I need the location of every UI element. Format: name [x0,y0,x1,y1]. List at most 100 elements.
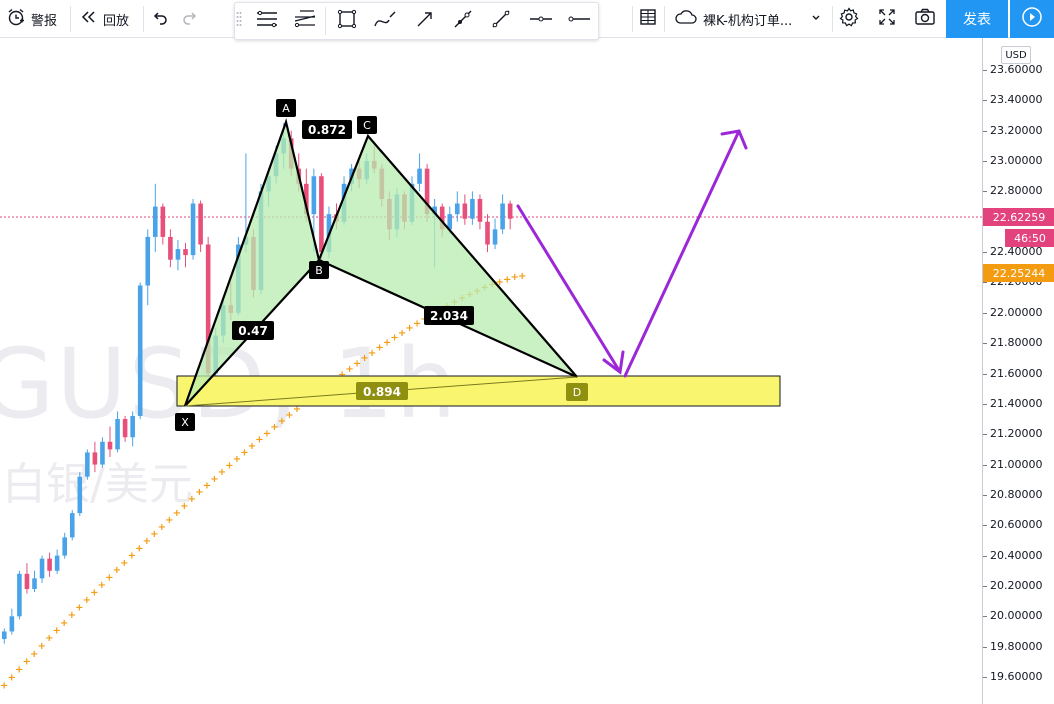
play-button[interactable] [1010,0,1054,38]
candle-body [417,168,422,184]
currency-label[interactable]: USD [1001,46,1031,64]
undo-button[interactable] [152,0,170,38]
candle-body [311,176,317,215]
price-tick: 20.20000 [990,578,1043,592]
chart-area[interactable]: GUSD, 1h 白银/美元 +++++++++++++++++++++++++… [0,38,982,704]
candle-body [92,452,98,465]
candle-body [107,441,113,450]
candle-body [17,573,22,617]
ratio-label-bd[interactable]: 2.034 [424,306,474,325]
redo-button[interactable] [180,0,198,38]
price-tick-mark [983,161,987,163]
arrow-tool-button[interactable] [407,5,443,37]
price-tick: 22.80000 [990,184,1043,198]
candle-body [32,578,37,589]
price-tick: 19.60000 [990,670,1043,683]
cloud-icon [674,9,698,29]
price-tick-mark [983,525,987,527]
ratio-label-ac[interactable]: 0.872 [302,120,352,139]
candle-body [39,558,45,579]
potential-reversal-zone[interactable] [176,375,781,407]
ratio-label-xb[interactable]: 0.47 [232,321,274,340]
alert-label: 警报 [31,13,58,29]
settings-button[interactable] [838,0,860,38]
snapshot-button[interactable] [914,0,936,38]
candle-body [85,452,90,477]
alarm-clock-icon [6,7,26,31]
projection-arrow-up[interactable] [623,129,748,378]
price-tick: 21.00000 [990,457,1043,471]
alert-button[interactable]: 警报 [6,0,57,38]
price-tick: 19.80000 [990,639,1043,653]
candle-body [62,537,67,556]
fullscreen-icon [877,7,897,31]
ma-price-label: 22.25244 [983,264,1054,282]
price-tick: 23.40000 [990,93,1043,107]
price-tick: 22.00000 [990,305,1043,319]
fib-tool-button[interactable] [287,5,323,37]
candle-body [69,513,75,538]
fullscreen-button[interactable] [877,0,897,38]
point-label-b[interactable]: B [309,261,329,279]
layout-selector[interactable]: 裸K-机构订单... [674,0,821,38]
candle-body [175,249,181,260]
candle-body [122,419,128,438]
grid-icon [638,7,658,31]
rectangle-tool-button[interactable] [329,5,365,37]
candle-body [455,203,460,215]
candle-body [492,229,498,245]
rewind-icon [80,8,98,30]
line-tool-button[interactable] [249,5,285,37]
price-tick-mark [983,312,987,314]
redo-icon [180,8,198,30]
candle-body [145,236,151,286]
price-tick-mark [983,464,987,466]
drag-handle[interactable] [233,5,245,37]
candle-body [77,476,83,514]
replay-button[interactable]: 回放 [80,0,129,38]
price-axis[interactable]: USD 23.60000 23.40000 23.20000 23.00000 22.8… [982,38,1054,704]
candle-body [100,441,105,465]
horizontal-line-icon [528,8,554,34]
point-label-a[interactable]: A [276,99,296,117]
horizontal-ray-tool-button[interactable] [561,5,597,37]
point-label-d[interactable]: D [566,383,588,401]
candle-body [500,203,505,230]
svg-text:A: A [282,102,290,115]
point-label-x[interactable]: X [175,413,195,431]
price-tick-mark [983,70,987,71]
price-chart[interactable]: ++++++++++++++++++++++++++++++++++++++++… [0,38,982,704]
ray-icon [490,8,512,34]
last-price-label: 22.62259 [983,208,1054,226]
svg-text:D: D [573,386,581,399]
price-tick: 23.20000 [990,123,1043,137]
publish-button[interactable]: 发表 [946,0,1008,38]
candle-body [137,285,143,416]
svg-text:2.034: 2.034 [430,309,468,323]
svg-text:0.894: 0.894 [363,385,401,399]
pattern-triangle-bcd[interactable] [317,133,578,379]
svg-text:C: C [363,119,371,132]
ratio-label-xd[interactable]: 0.894 [356,382,408,400]
arrow-icon [414,8,436,34]
countdown-label: 46:50 [1005,229,1054,247]
brush-tool-button[interactable] [367,5,403,37]
candle-body [190,203,196,256]
candle-body [477,198,483,222]
price-tick: 20.00000 [990,609,1043,623]
point-label-c[interactable]: C [357,116,377,134]
layout-grid-button[interactable] [638,0,658,38]
trend-line-tool-button[interactable] [445,5,481,37]
play-icon [1021,6,1043,32]
ray-tool-button[interactable] [483,5,519,37]
candle-body [183,249,188,256]
candle-body [47,558,52,571]
trend-line-icon [452,8,474,34]
ma-marker: + [518,271,526,282]
price-tick: 21.60000 [990,366,1043,380]
candle-body [115,419,120,450]
price-tick: 21.40000 [990,396,1043,410]
horizontal-line-tool-button[interactable] [523,5,559,37]
price-tick: 20.40000 [990,548,1043,562]
candle-body [470,198,475,219]
